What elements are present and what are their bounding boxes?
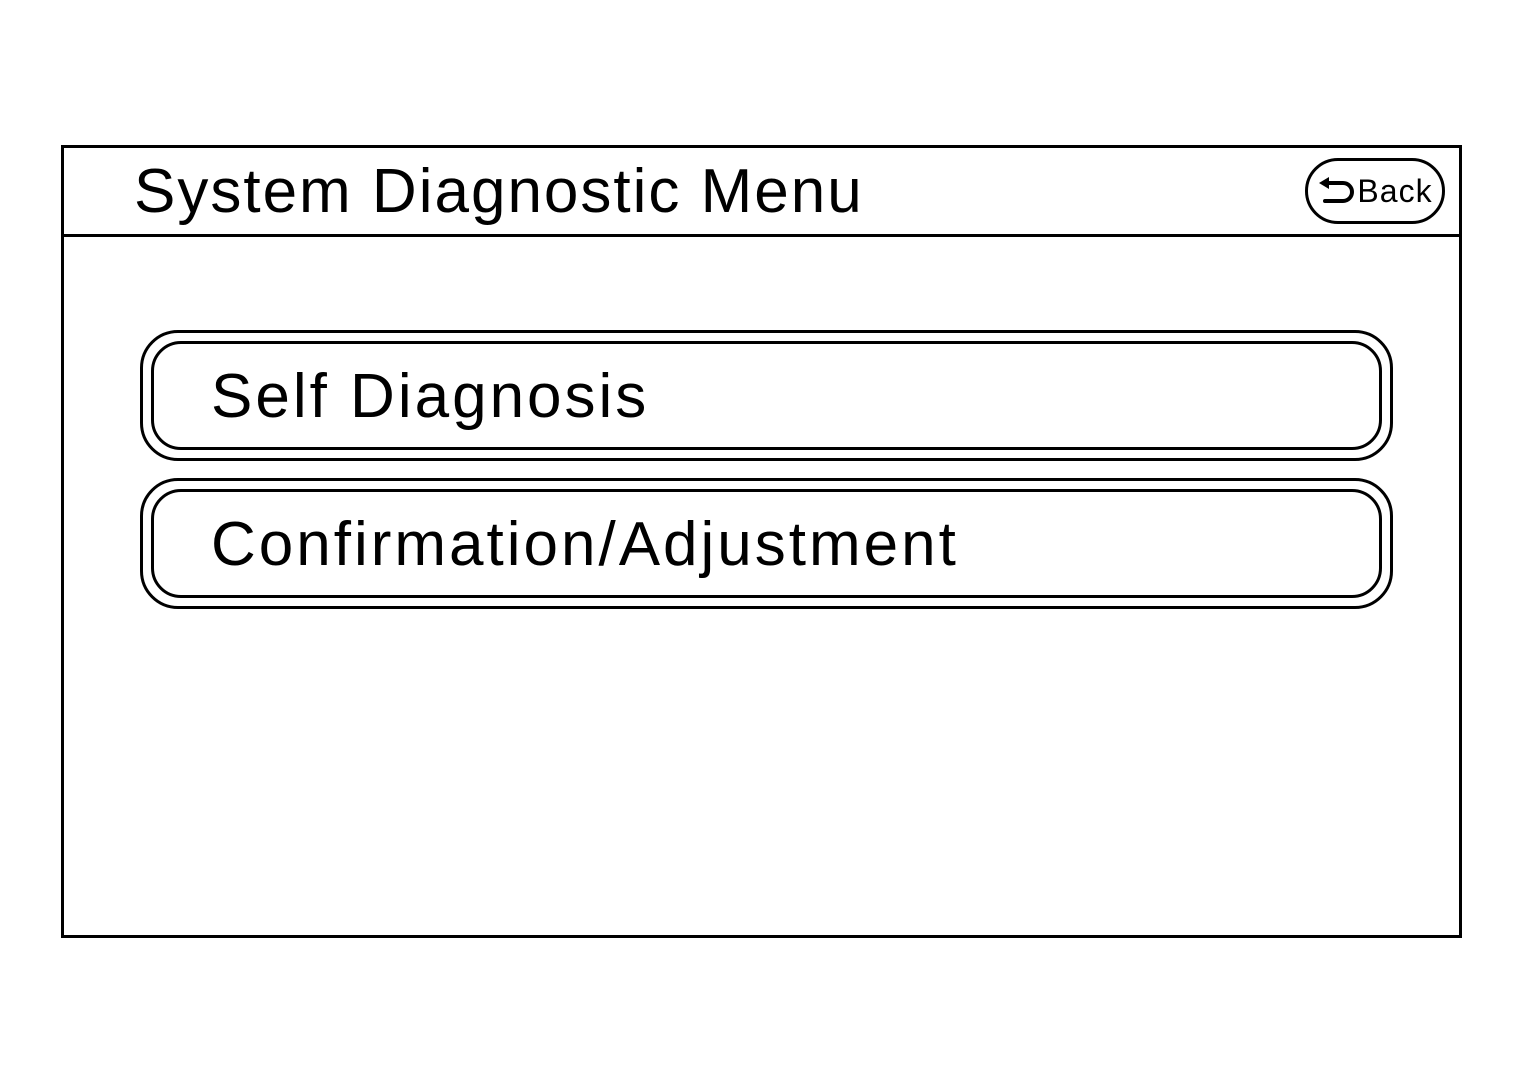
self-diagnosis-button[interactable]: Self Diagnosis xyxy=(140,330,1393,461)
return-arrow-icon xyxy=(1319,177,1355,203)
confirmation-adjustment-label: Confirmation/Adjustment xyxy=(211,510,959,579)
back-label: Back xyxy=(1357,173,1433,209)
back-button[interactable]: Back xyxy=(1305,158,1445,224)
self-diagnosis-label: Self Diagnosis xyxy=(211,362,650,431)
header-bar: System Diagnostic Menu Back xyxy=(64,148,1459,237)
confirmation-adjustment-button[interactable]: Confirmation/Adjustment xyxy=(140,478,1393,609)
diagnostic-screen: System Diagnostic Menu Back Self Diagnos… xyxy=(61,145,1462,938)
page-title: System Diagnostic Menu xyxy=(134,157,864,226)
